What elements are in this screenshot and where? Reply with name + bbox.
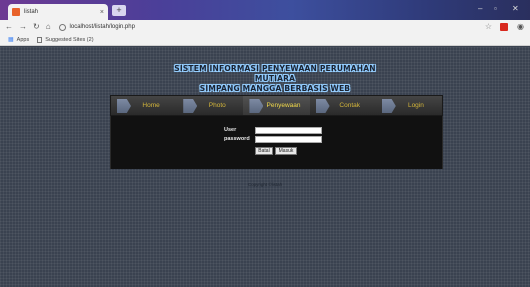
nav-item-photo[interactable]: Photo [177, 96, 243, 115]
new-tab-button[interactable]: + [112, 5, 126, 16]
nav-label: Photo [208, 102, 226, 109]
close-window-icon[interactable]: ✕ [512, 4, 519, 13]
nav-label: Penyewaan [266, 102, 301, 109]
forward-icon[interactable]: → [19, 20, 27, 34]
site-header-line1: SISTEM INFORMASI PENYEWAAN PERUMAHAN MUT… [174, 64, 376, 83]
nav-item-penyewaan[interactable]: Penyewaan [243, 96, 310, 115]
bookmark-suggested[interactable]: Suggested Sites (2) [45, 37, 93, 43]
browser-tab[interactable]: listah × [8, 4, 108, 20]
account-icon[interactable]: ◉ [517, 20, 524, 34]
tab-close-icon[interactable]: × [100, 9, 104, 16]
favicon-icon [12, 8, 20, 16]
nav-item-contak[interactable]: Contak [310, 96, 376, 115]
extension-icon[interactable] [500, 23, 508, 31]
login-form: User password Batal Masuk [110, 116, 443, 169]
apps-grid-icon: ▦ [8, 37, 14, 43]
browser-toolbar: ← → ↻ ⌂ localhost/listah/login.php ☆ ◉ [0, 20, 530, 34]
user-label: User [224, 127, 237, 133]
nav-label: Login [407, 102, 424, 109]
browser-titlebar: listah × + – ▫ ✕ [0, 0, 530, 20]
copyright-text: Copyright ©listah [247, 182, 283, 187]
nav-item-login[interactable]: Login [376, 96, 442, 115]
site-info-icon[interactable] [58, 23, 66, 31]
address-bar[interactable]: localhost/listah/login.php [70, 24, 135, 30]
page-icon [37, 36, 43, 43]
maximize-icon[interactable]: ▫ [494, 4, 497, 13]
page-content: SISTEM INFORMASI PENYEWAAN PERUMAHAN MUT… [0, 47, 530, 287]
reload-icon[interactable]: ↻ [33, 20, 40, 34]
main-nav: Home Photo Penyewaan Contak Login [110, 95, 443, 116]
tab-title: listah [24, 9, 39, 15]
user-input[interactable] [255, 127, 322, 134]
reset-button[interactable]: Batal [255, 147, 273, 155]
back-icon[interactable]: ← [5, 20, 13, 34]
bookmark-star-icon[interactable]: ☆ [485, 20, 492, 34]
nav-item-home[interactable]: Home [111, 96, 177, 115]
bookmark-apps[interactable]: Apps [17, 37, 30, 43]
nav-label: Home [142, 102, 160, 109]
site-header: SISTEM INFORMASI PENYEWAAN PERUMAHAN MUT… [160, 64, 390, 94]
password-input[interactable] [255, 136, 322, 143]
password-label: password [224, 136, 250, 142]
home-icon[interactable]: ⌂ [46, 20, 51, 34]
bookmarks-bar: ▦ Apps Suggested Sites (2) [0, 34, 530, 46]
minimize-icon[interactable]: – [478, 4, 482, 13]
site-header-line2: SIMPANG MANGGA BERBASIS WEB [199, 84, 351, 93]
nav-label: Contak [339, 102, 361, 109]
submit-button[interactable]: Masuk [275, 147, 297, 155]
